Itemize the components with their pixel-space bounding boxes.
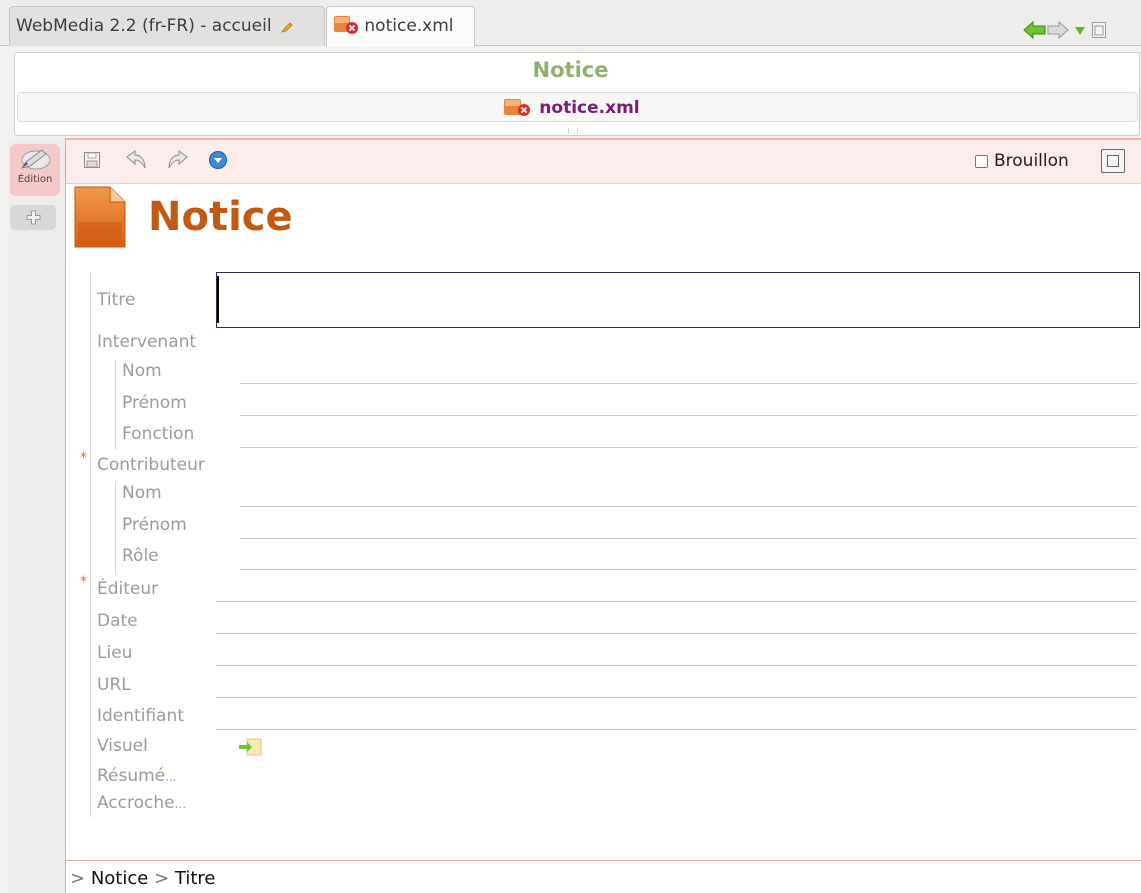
editeur-label: Éditeur bbox=[97, 579, 159, 599]
breadcrumb-separator: > bbox=[154, 868, 170, 889]
save-icon[interactable] bbox=[83, 151, 101, 169]
resume-more-marker: ... bbox=[165, 770, 177, 784]
intervenant-fonction-label: Fonction bbox=[122, 424, 195, 444]
breadcrumb: > Notice > Titre bbox=[70, 868, 216, 889]
contributeur-prenom-label: Prénom bbox=[122, 515, 187, 535]
lieu-field[interactable] bbox=[216, 665, 1137, 666]
brouillon-label: Brouillon bbox=[994, 151, 1069, 171]
required-marker: * bbox=[80, 450, 87, 466]
splitter-grip[interactable] bbox=[568, 128, 578, 134]
contributeur-prenom-field[interactable] bbox=[240, 538, 1137, 539]
intervenant-nom-label: Nom bbox=[122, 361, 162, 381]
window-restore-icon[interactable] bbox=[1091, 21, 1107, 39]
tab-notice-label: notice.xml bbox=[364, 16, 454, 36]
contributeur-nom-label: Nom bbox=[122, 483, 162, 503]
identifiant-field[interactable] bbox=[216, 729, 1137, 730]
tab-accueil-label: WebMedia 2.2 (fr-FR) - accueil bbox=[16, 16, 272, 36]
required-marker: * bbox=[80, 574, 87, 590]
header-file-link[interactable]: notice.xml bbox=[0, 97, 1141, 118]
resume-label[interactable]: Résumé... bbox=[97, 766, 177, 786]
dropdown-triangle-icon[interactable] bbox=[1074, 26, 1086, 36]
identifiant-label: Identifiant bbox=[97, 706, 184, 726]
forward-arrow-icon[interactable] bbox=[1047, 21, 1069, 39]
intervenant-fonction-field[interactable] bbox=[240, 447, 1137, 448]
intervenant-label: Intervenant bbox=[97, 332, 197, 352]
titre-input[interactable] bbox=[216, 272, 1140, 328]
pencil-icon bbox=[281, 22, 293, 33]
breadcrumb-separator: > bbox=[70, 868, 86, 889]
tab-accueil[interactable]: WebMedia 2.2 (fr-FR) - accueil bbox=[9, 6, 325, 46]
contributeur-tree-line bbox=[115, 483, 116, 573]
contributeur-role-label: Rôle bbox=[122, 546, 159, 566]
contributeur-nom-field[interactable] bbox=[240, 506, 1137, 507]
text-caret bbox=[217, 276, 219, 323]
intervenant-nom-field[interactable] bbox=[240, 383, 1137, 384]
titre-label: Titre bbox=[97, 290, 136, 310]
side-panel bbox=[9, 138, 65, 893]
intervenant-prenom-label: Prénom bbox=[122, 393, 187, 413]
document-error-icon bbox=[334, 16, 358, 34]
redo-icon[interactable] bbox=[166, 149, 190, 171]
contributeur-label: Contributeur bbox=[97, 455, 205, 475]
header-file-label: notice.xml bbox=[539, 98, 640, 118]
edition-button[interactable] bbox=[10, 144, 60, 196]
accroche-label-text: Accroche bbox=[97, 793, 175, 813]
maximize-button[interactable] bbox=[1101, 149, 1125, 173]
undo-icon[interactable] bbox=[124, 149, 148, 171]
edition-label: Édition bbox=[17, 174, 53, 185]
url-label: URL bbox=[97, 675, 131, 695]
download-circle-icon[interactable] bbox=[208, 150, 228, 170]
date-field[interactable] bbox=[216, 633, 1137, 634]
add-button[interactable] bbox=[10, 205, 56, 230]
document-title: Notice bbox=[148, 194, 293, 240]
lieu-label: Lieu bbox=[97, 643, 133, 663]
editor-panel bbox=[65, 138, 1141, 893]
notice-document-icon bbox=[74, 186, 126, 248]
status-divider bbox=[66, 860, 1141, 861]
plus-icon bbox=[26, 210, 41, 225]
form-tree-line bbox=[90, 272, 91, 817]
breadcrumb-item-titre[interactable]: Titre bbox=[175, 868, 216, 889]
url-field[interactable] bbox=[216, 697, 1137, 698]
accroche-more-marker: ... bbox=[174, 797, 187, 811]
back-arrow-icon[interactable] bbox=[1023, 21, 1047, 39]
intervenant-prenom-field[interactable] bbox=[240, 415, 1137, 416]
date-label: Date bbox=[97, 611, 138, 631]
breadcrumb-item-notice[interactable]: Notice bbox=[91, 868, 149, 889]
tab-notice-xml[interactable]: notice.xml bbox=[326, 6, 475, 47]
contributeur-role-field[interactable] bbox=[240, 569, 1137, 570]
import-file-icon[interactable] bbox=[237, 737, 265, 757]
brouillon-checkbox[interactable] bbox=[975, 155, 988, 168]
resume-label-text: Résumé bbox=[97, 766, 166, 786]
header-title: Notice bbox=[532, 58, 609, 82]
accroche-label[interactable]: Accroche... bbox=[97, 793, 186, 813]
edit-pencil-icon bbox=[20, 149, 51, 170]
intervenant-tree-line bbox=[115, 360, 116, 450]
visuel-label: Visuel bbox=[97, 736, 148, 756]
editeur-field[interactable] bbox=[216, 601, 1137, 602]
document-error-icon bbox=[504, 99, 531, 116]
